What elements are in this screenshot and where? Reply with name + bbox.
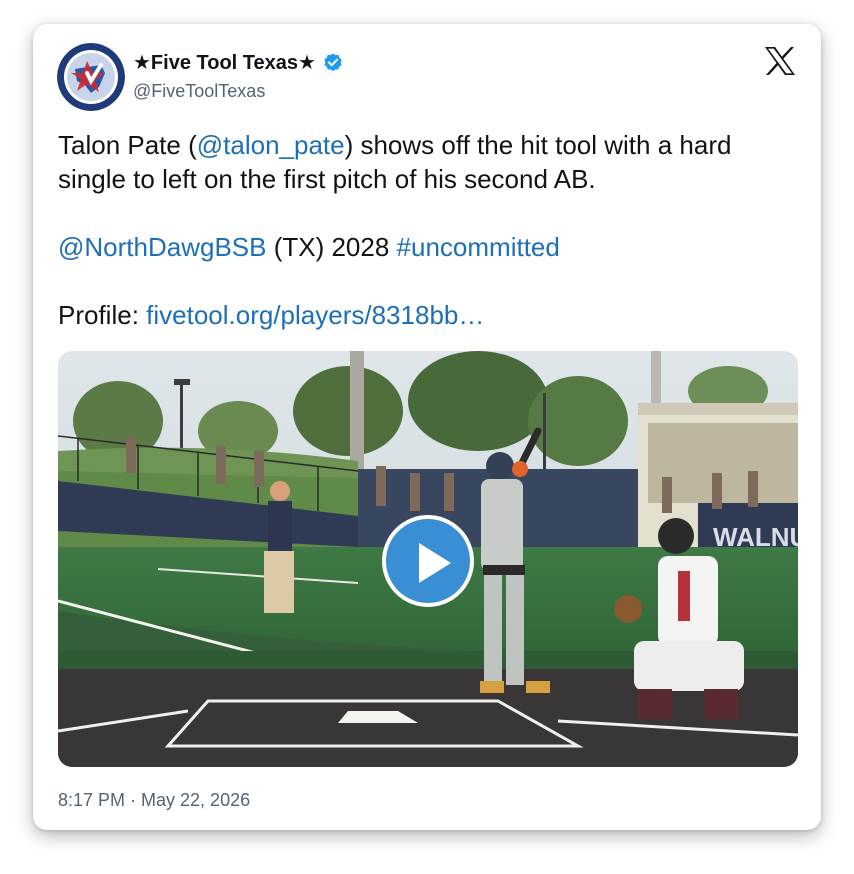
author-display-name[interactable]: ★Five Tool Texas★	[133, 50, 316, 75]
tweet-card: ★Five Tool Texas★ @FiveToolTexas Talon P…	[33, 24, 821, 830]
text-segment: Talon Pate (	[58, 130, 197, 160]
author-name-row[interactable]: ★Five Tool Texas★	[133, 50, 344, 75]
avatar[interactable]	[57, 43, 125, 111]
tweet-text: Talon Pate (@talon_pate) shows off the h…	[58, 128, 798, 332]
tweet-paragraph-2: @NorthDawgBSB (TX) 2028 #uncommitted	[58, 230, 798, 264]
profile-link[interactable]: fivetool.org/players/8318bb…	[146, 300, 484, 330]
mention-team-link[interactable]: @NorthDawgBSB	[58, 232, 266, 262]
text-segment: (TX) 2028	[266, 232, 397, 262]
play-icon[interactable]	[382, 515, 474, 607]
verified-badge-icon	[324, 52, 342, 71]
tweet-paragraph-3: Profile: fivetool.org/players/8318bb…	[58, 298, 798, 332]
profile-label: Profile:	[58, 300, 147, 330]
author-handle[interactable]: @FiveToolTexas	[133, 81, 265, 102]
video-media[interactable]: WALNU	[58, 351, 798, 767]
x-logo-icon[interactable]	[764, 46, 796, 76]
hashtag-link[interactable]: #uncommitted	[397, 232, 560, 262]
mention-player-link[interactable]: @talon_pate	[197, 130, 345, 160]
tweet-timestamp[interactable]: 8:17 PM · May 22, 2026	[58, 790, 250, 811]
tweet-paragraph-1: Talon Pate (@talon_pate) shows off the h…	[58, 128, 798, 196]
